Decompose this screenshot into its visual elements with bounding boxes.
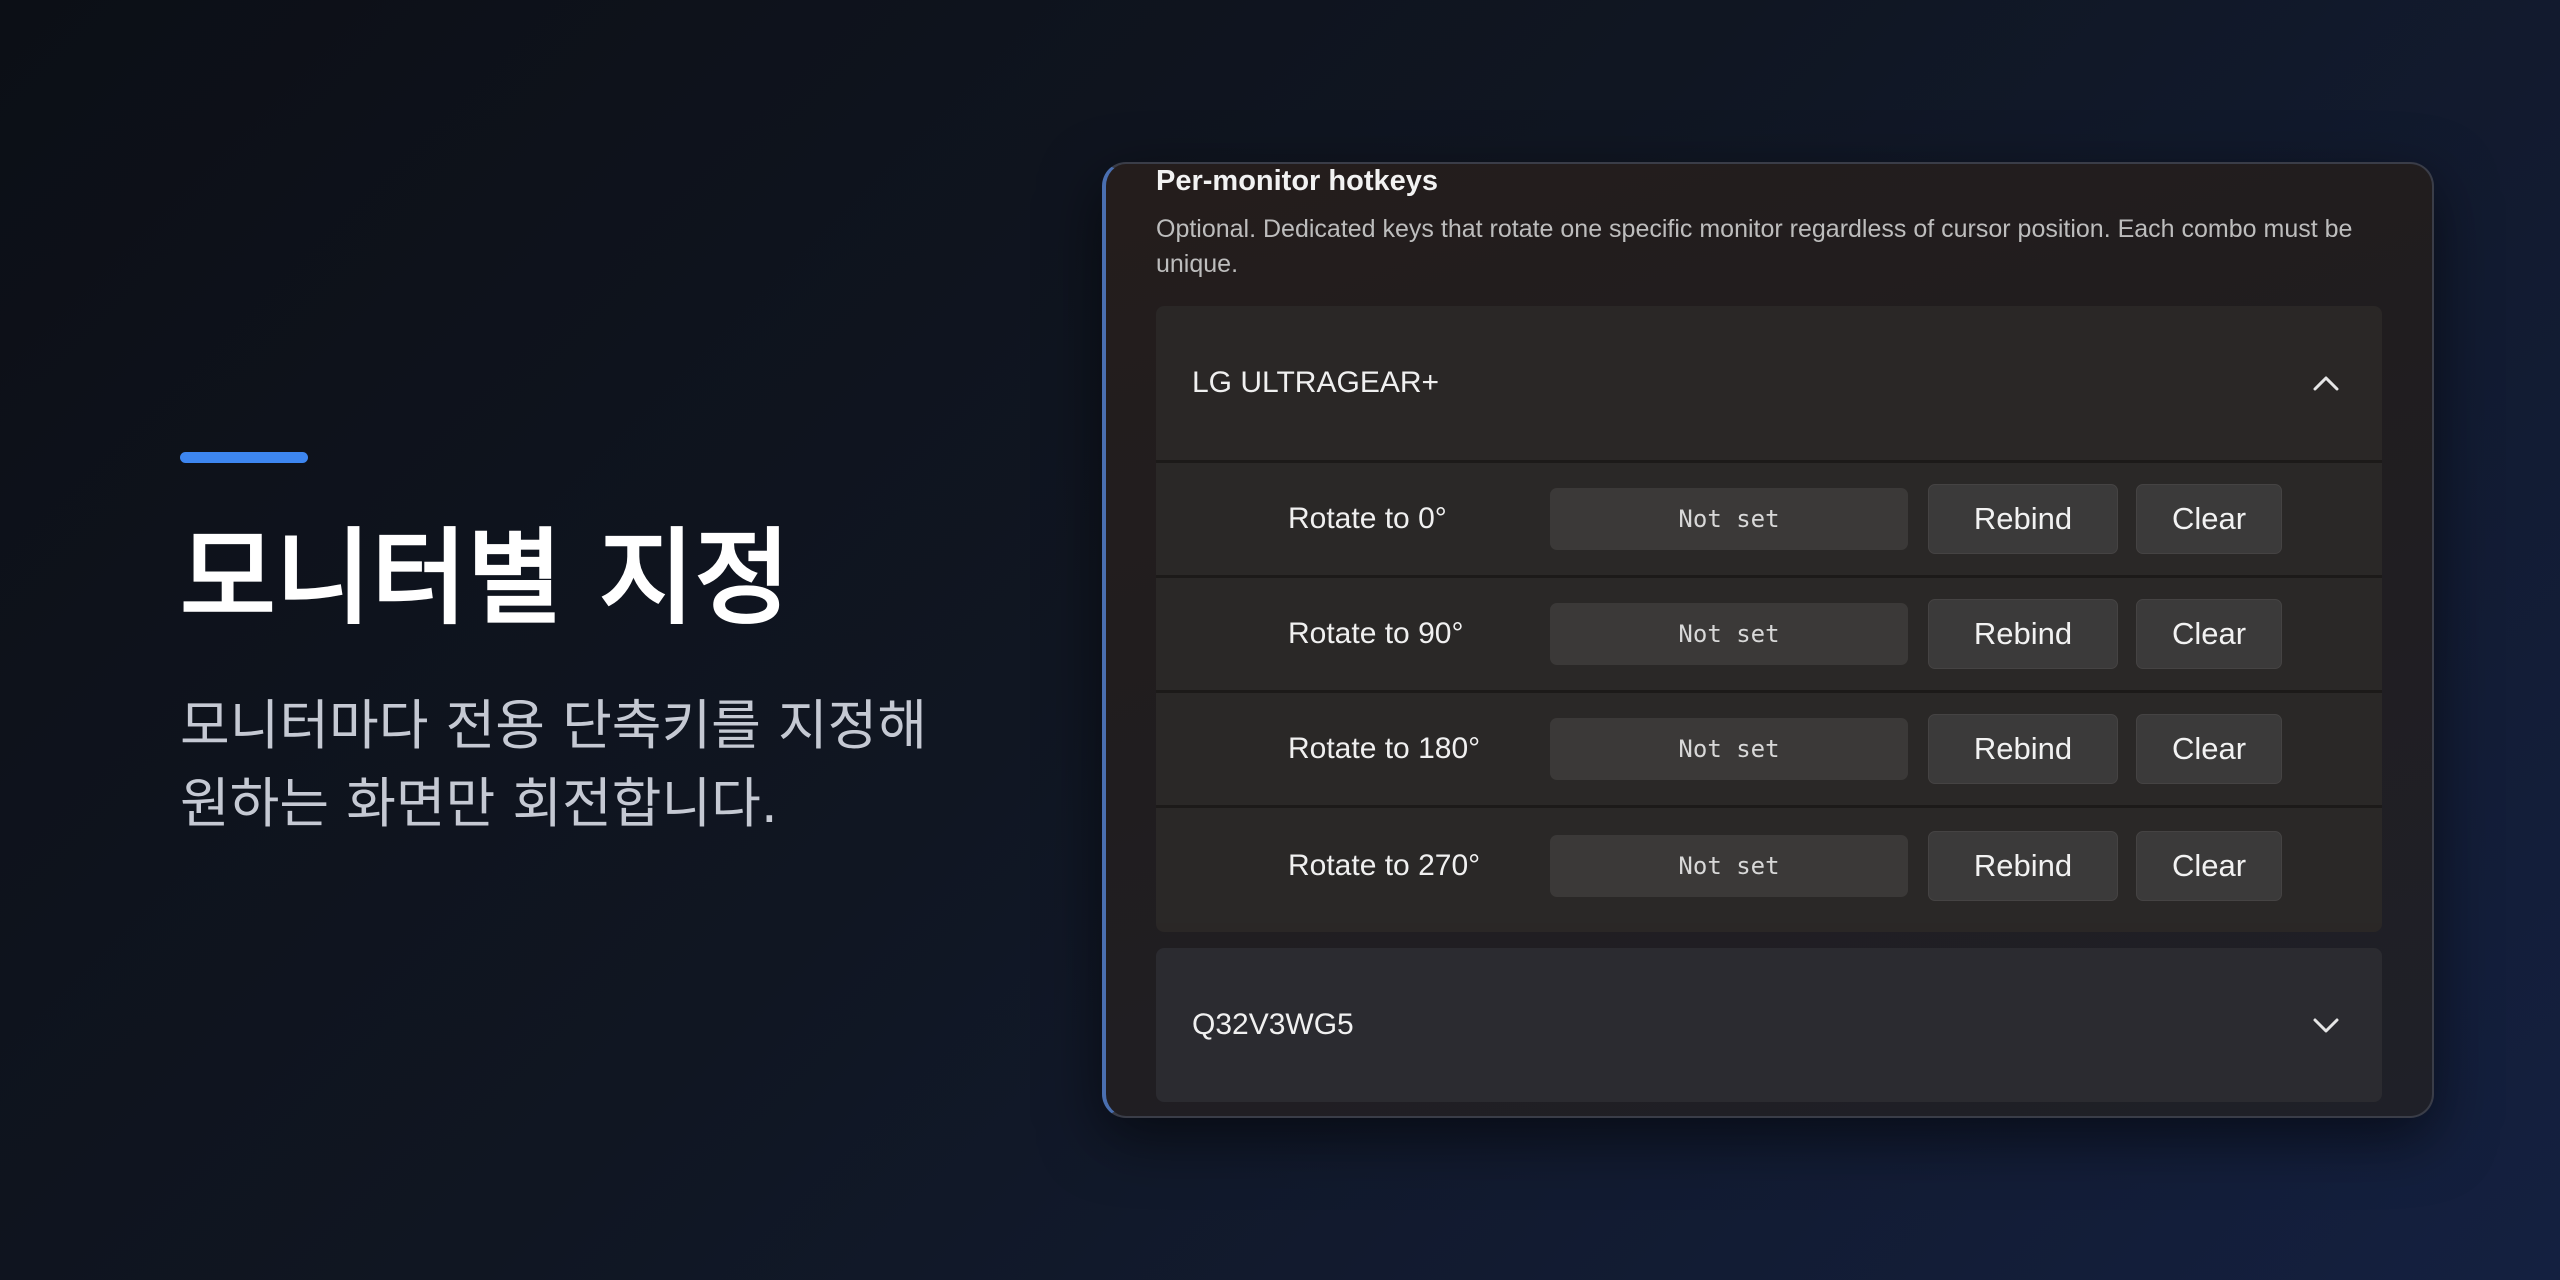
section-description: Optional. Dedicated keys that rotate one… bbox=[1156, 215, 2353, 278]
promo-desc-line-1: 모니터마다 전용 단축키를 지정해 bbox=[180, 694, 928, 757]
rebind-button[interactable]: Rebind bbox=[1928, 599, 2118, 669]
hotkey-row-180: Rotate to 180° Not set Rebind Clear bbox=[1156, 693, 2382, 808]
section-header: Per-monitor hotkeys Optional. Dedicated … bbox=[1156, 164, 2396, 282]
hotkey-row-270: Rotate to 270° Not set Rebind Clear bbox=[1156, 808, 2382, 923]
hotkey-value: Not set bbox=[1550, 603, 1908, 665]
clear-button[interactable]: Clear bbox=[2136, 714, 2282, 784]
monitor-name: LG ULTRAGEAR+ bbox=[1192, 366, 1440, 399]
monitor-expander-q32v3wg5: Q32V3WG5 bbox=[1156, 948, 2382, 1102]
monitor-expander-lg-ultragear: LG ULTRAGEAR+ Rotate to 0° Not set Rebin… bbox=[1156, 306, 2382, 932]
hotkey-row-0: Rotate to 0° Not set Rebind Clear bbox=[1156, 463, 2382, 578]
promo-description: 모니터마다 전용 단축키를 지정해 원하는 화면만 회전합니다. bbox=[180, 687, 1040, 843]
rebind-button[interactable]: Rebind bbox=[1928, 714, 2118, 784]
hotkey-row-90: Rotate to 90° Not set Rebind Clear bbox=[1156, 578, 2382, 693]
chevron-down-icon[interactable] bbox=[2306, 1005, 2346, 1045]
hotkey-value: Not set bbox=[1550, 718, 1908, 780]
promo-panel: 모니터별 지정 모니터마다 전용 단축키를 지정해 원하는 화면만 회전합니다. bbox=[180, 452, 1040, 843]
chevron-up-icon[interactable] bbox=[2306, 363, 2346, 403]
hotkey-value: Not set bbox=[1550, 488, 1908, 550]
hotkey-label: Rotate to 180° bbox=[1288, 732, 1481, 765]
clear-button[interactable]: Clear bbox=[2136, 830, 2282, 901]
accent-bar bbox=[180, 452, 308, 463]
hotkey-label: Rotate to 270° bbox=[1288, 848, 1481, 882]
clear-button[interactable]: Clear bbox=[2136, 599, 2282, 669]
rebind-button[interactable]: Rebind bbox=[1928, 484, 2118, 554]
rebind-button[interactable]: Rebind bbox=[1928, 830, 2118, 901]
hotkey-value: Not set bbox=[1550, 834, 1908, 897]
promo-desc-line-2: 원하는 화면만 회전합니다. bbox=[180, 772, 778, 835]
section-title: Per-monitor hotkeys bbox=[1156, 165, 1438, 197]
hotkey-label: Rotate to 90° bbox=[1288, 617, 1464, 650]
monitor-expander-header[interactable]: LG ULTRAGEAR+ bbox=[1156, 306, 2382, 460]
monitor-name: Q32V3WG5 bbox=[1192, 1008, 1354, 1041]
clear-button[interactable]: Clear bbox=[2136, 484, 2282, 554]
hotkey-label: Rotate to 0° bbox=[1288, 502, 1447, 535]
promo-title: 모니터별 지정 bbox=[180, 517, 791, 639]
settings-window: Per-monitor hotkeys Optional. Dedicated … bbox=[1102, 162, 2434, 1118]
hotkey-rows: Rotate to 0° Not set Rebind Clear Rotate… bbox=[1156, 460, 2382, 923]
monitor-expander-header[interactable]: Q32V3WG5 bbox=[1156, 948, 2382, 1102]
